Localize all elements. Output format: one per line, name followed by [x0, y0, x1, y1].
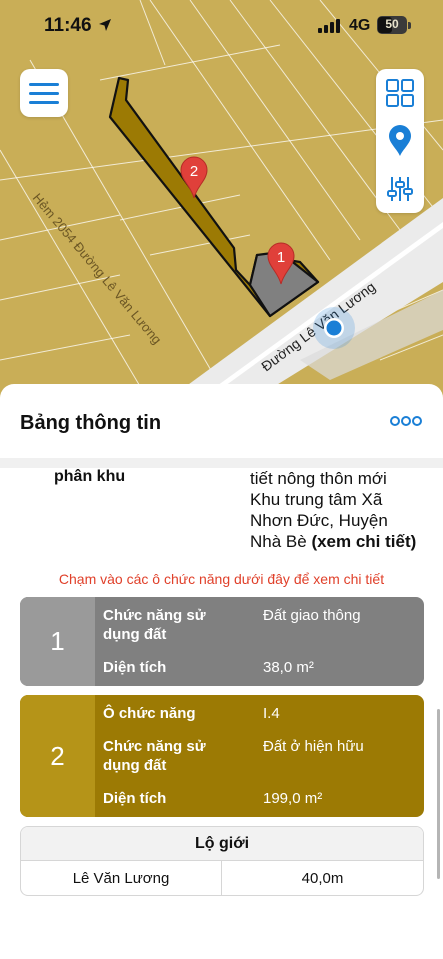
card-function-label-line-2: dụng đất [103, 757, 167, 774]
card-area-label: Diện tích [103, 790, 167, 807]
card-function-label: Chức năng sử dụng đất [103, 606, 253, 644]
battery-level: 50 [385, 17, 399, 31]
lo-gioi-width: 40,0m [301, 870, 344, 887]
map-marker-1-label: 1 [277, 249, 285, 266]
panel-scrollbar[interactable] [437, 709, 440, 879]
grid-button[interactable] [376, 69, 424, 117]
status-bar: 11:46 4G 50 [0, 0, 443, 54]
card-cell-label: Ô chức năng [103, 705, 196, 722]
battery-icon: 50 [377, 16, 407, 34]
menu-button[interactable] [20, 69, 68, 117]
lo-gioi-street: Lê Văn Lương [21, 861, 222, 895]
card-body: Chức năng sử dụng đất Đất giao thông Diệ… [95, 597, 424, 686]
location-pin-icon [389, 125, 411, 156]
more-dots-icon [390, 416, 422, 426]
card-body: Ô chức năng I.4 Chức năng sử dụng đất Đấ… [95, 695, 424, 817]
card-function-label-line-1: Chức năng sử [103, 738, 206, 755]
zone-detail-link[interactable]: (xem chi tiết) [311, 532, 416, 551]
location-arrow-icon [99, 19, 111, 31]
card-area-value: 38,0 m² [263, 659, 314, 676]
user-location-dot [313, 307, 355, 349]
map-marker-2-label: 2 [190, 163, 198, 180]
zone-value: tiết nông thôn mới Khu trung tâm Xã Nhơn… [250, 468, 435, 552]
card-area-label: Diện tích [103, 659, 167, 676]
location-button[interactable] [376, 117, 424, 165]
function-card-2[interactable]: 2 Ô chức năng I.4 Chức năng sử dụng đất … [20, 695, 424, 817]
status-time: 11:46 [44, 15, 92, 36]
function-card-1[interactable]: 1 Chức năng sử dụng đất Đất giao thông D… [20, 597, 424, 686]
info-panel[interactable]: Bảng thông tin phân khu tiết nông thôn m… [0, 384, 443, 959]
card-cell-value: I.4 [263, 705, 280, 722]
card-function-value: Đất ở hiện hữu [263, 738, 364, 755]
card-function-value: Đất giao thông [263, 607, 361, 624]
zone-value-line-3: Nhơn Đức, Huyện [250, 511, 388, 530]
map-tools [376, 69, 424, 213]
card-number: 2 [20, 695, 95, 817]
battery-tip [408, 22, 411, 29]
card-function-label-line-1: Chức năng sử [103, 607, 206, 624]
lo-gioi-table: Lộ giới Lê Văn Lương 40,0m [20, 826, 424, 896]
grid-icon [386, 79, 414, 107]
cellular-signal-icon [318, 19, 340, 33]
lo-gioi-header: Lộ giới [21, 827, 423, 861]
zone-value-line-1: tiết nông thôn mới [250, 469, 387, 488]
table-row: Lê Văn Lương 40,0m [21, 861, 423, 895]
more-button[interactable] [390, 414, 422, 432]
zone-value-line-4: Nhà Bè [250, 532, 307, 551]
panel-title: Bảng thông tin [20, 412, 162, 434]
panel-divider [0, 458, 443, 468]
zone-value-line-2: Khu trung tâm Xã [250, 490, 383, 509]
filter-button[interactable] [376, 165, 424, 213]
card-number: 1 [20, 597, 95, 686]
network-type: 4G [349, 17, 371, 34]
sliders-icon [387, 177, 413, 201]
card-function-label-line-2: dụng đất [103, 626, 167, 643]
card-area-value: 199,0 m² [263, 790, 323, 807]
zone-label: phân khu [54, 468, 126, 485]
hint-text: Chạm vào các ô chức năng dưới đây để xem… [58, 571, 385, 587]
card-function-label: Chức năng sử dụng đất [103, 737, 253, 775]
